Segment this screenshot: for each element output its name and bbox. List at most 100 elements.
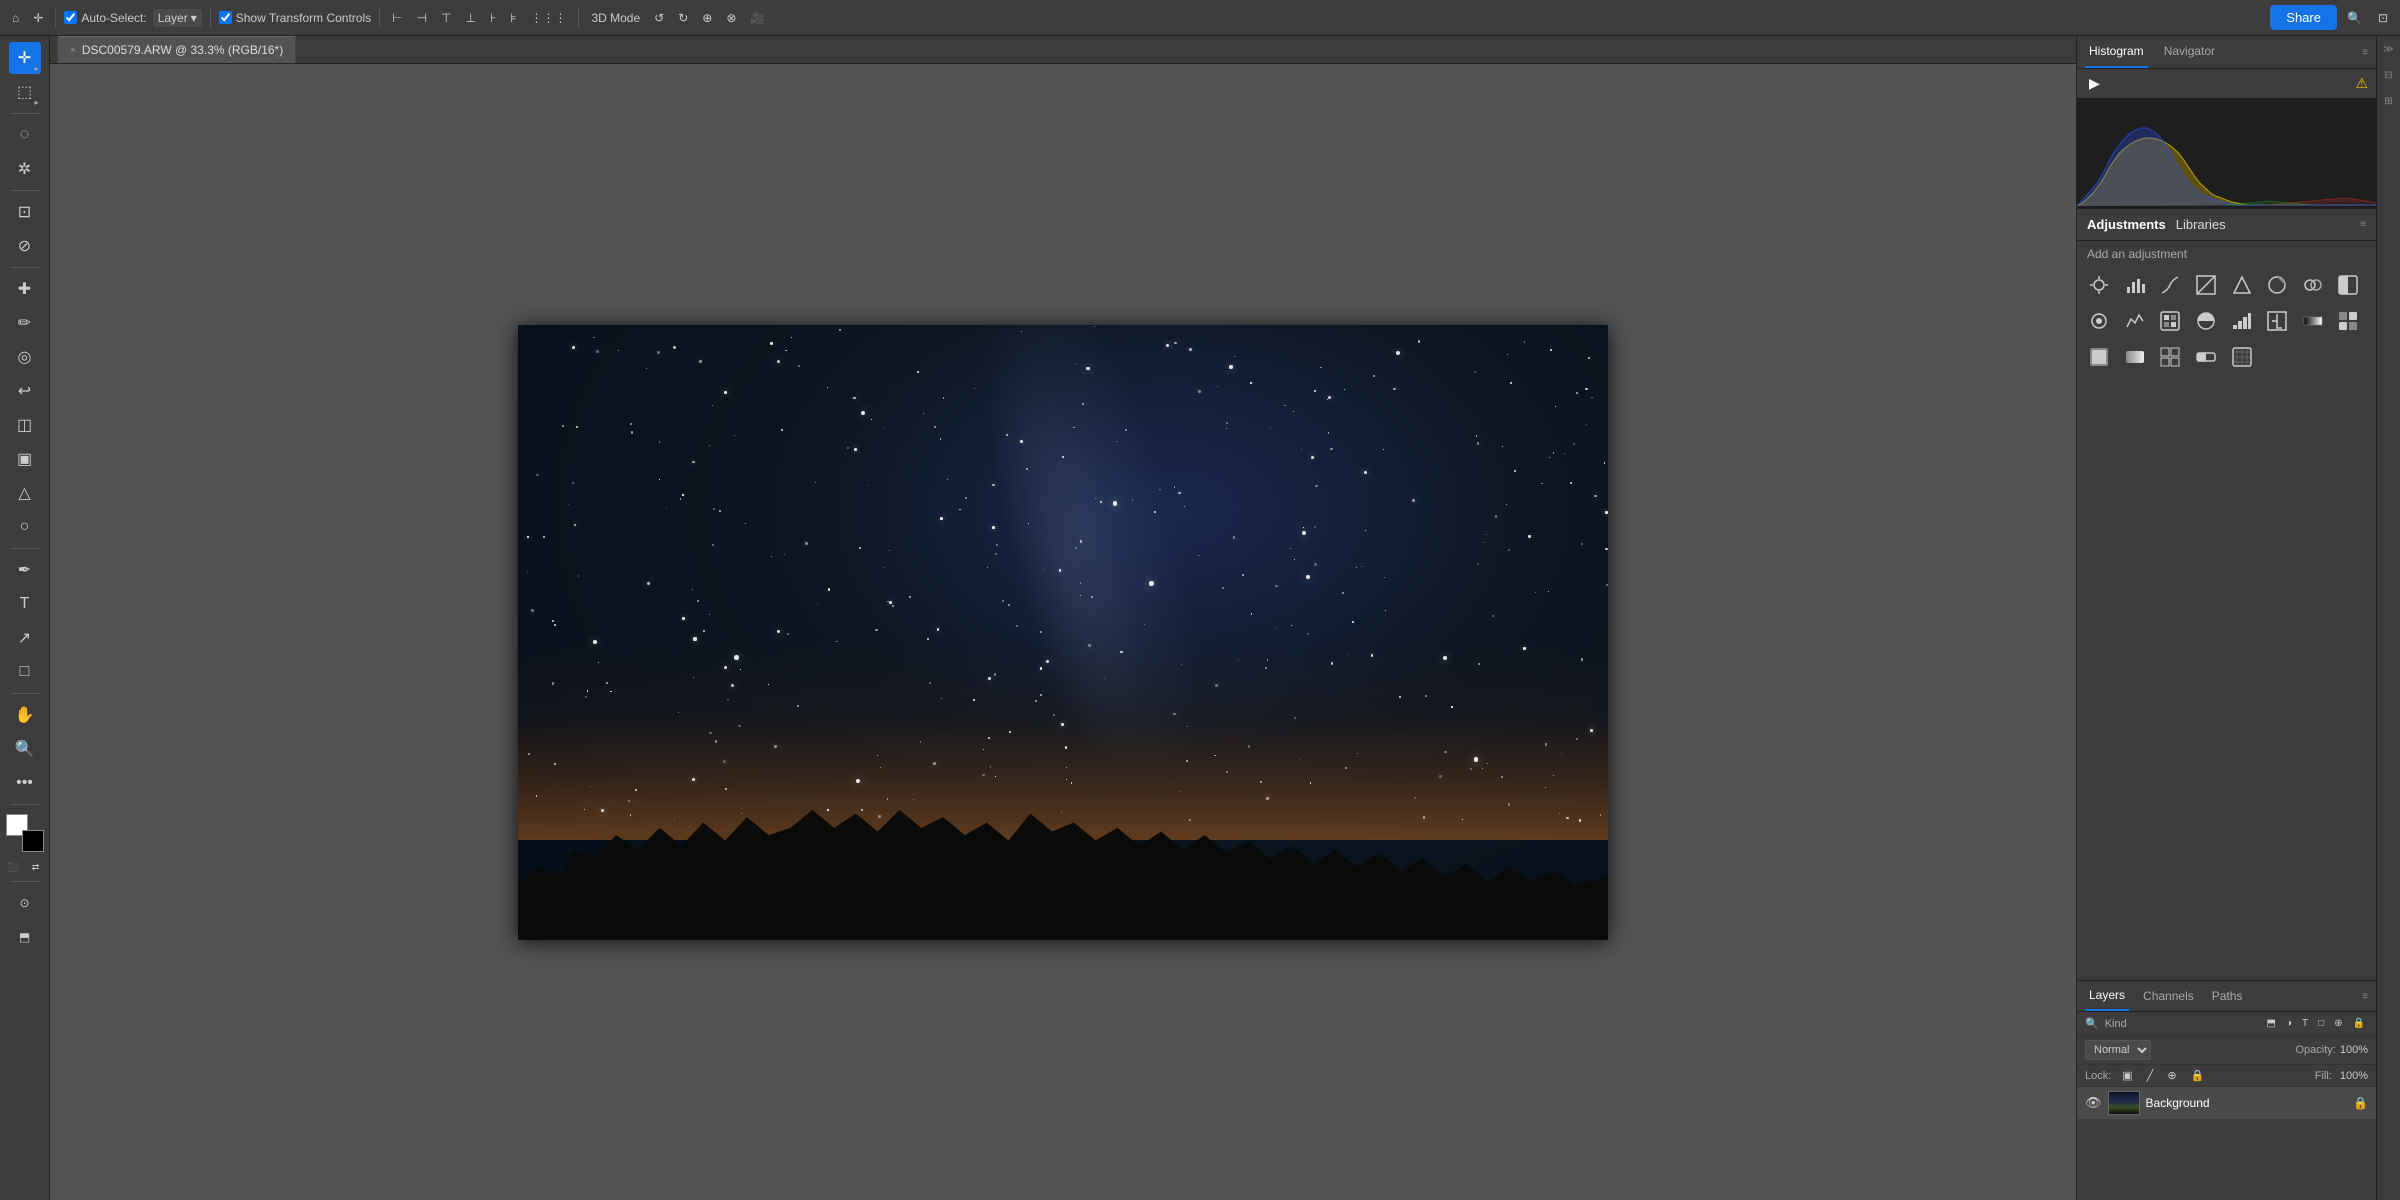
levels-adj[interactable] [2121, 271, 2149, 299]
lock-position[interactable]: ⊕ [2164, 1068, 2179, 1083]
default-colors[interactable]: ⬛ [5, 858, 23, 876]
lock-transparent[interactable]: ▣ [2119, 1068, 2135, 1083]
bw-adj[interactable] [2334, 271, 2362, 299]
align-bottom[interactable]: ⊧ [506, 9, 520, 27]
marquee-tool[interactable]: ⬚▸ [9, 76, 41, 108]
filter-pixel[interactable]: ⬒ [2264, 1017, 2279, 1030]
hand-tool[interactable]: ✋ [9, 699, 41, 731]
posterize-adj[interactable] [2228, 307, 2256, 335]
lasso-tool[interactable]: ◌ [9, 119, 41, 151]
brightness2-adj[interactable] [2192, 343, 2220, 371]
layers-menu[interactable]: ≡ [2362, 991, 2368, 1002]
background-layer[interactable]: 👁 Background 🔒 [2077, 1087, 2376, 1119]
align-left[interactable]: ⊢ [388, 9, 406, 27]
filter-type[interactable]: T [2299, 1017, 2311, 1030]
more-tools[interactable]: ••• [9, 767, 41, 799]
tab-adjustments[interactable]: Adjustments [2087, 217, 2166, 232]
blur-tool[interactable]: △ [9, 477, 41, 509]
crop-tool[interactable]: ⊡ [9, 196, 41, 228]
panel-control-2[interactable]: ⊞ [2380, 92, 2398, 110]
home-button[interactable]: ⌂ [8, 9, 23, 27]
align-center-h[interactable]: ⊣ [413, 9, 431, 27]
adjustments-menu[interactable]: ≡ [2360, 219, 2366, 230]
align-top[interactable]: ⊥ [462, 9, 480, 27]
tab-histogram[interactable]: Histogram [2085, 36, 2148, 68]
histogram-menu[interactable]: ≡ [2362, 47, 2368, 58]
histogram-play[interactable]: ▶ [2085, 73, 2104, 94]
gradient-adj[interactable] [2121, 343, 2149, 371]
colorbalance-adj[interactable] [2299, 271, 2327, 299]
show-transform-checkbox[interactable]: Show Transform Controls [219, 11, 371, 25]
type-tool[interactable]: T [9, 588, 41, 620]
exposure-adj[interactable] [2192, 271, 2220, 299]
vibrance-adj[interactable] [2228, 271, 2256, 299]
lock-artboard[interactable]: 🔒 [2188, 1068, 2208, 1083]
zoom-tool[interactable]: 🔍 [9, 733, 41, 765]
layer-visibility-icon[interactable]: 👁 [2085, 1095, 2102, 1111]
layer-dropdown[interactable]: Layer ▾ [153, 9, 202, 27]
tab-libraries[interactable]: Libraries [2176, 217, 2226, 232]
quick-select[interactable]: ✲ [9, 153, 41, 185]
eraser-tool[interactable]: ◫ [9, 409, 41, 441]
eyedropper-tool[interactable]: ⊘ [9, 230, 41, 262]
tab-layers[interactable]: Layers [2085, 981, 2129, 1011]
selectivecolor-adj[interactable] [2334, 307, 2362, 335]
lookup-adj[interactable] [2228, 343, 2256, 371]
filter-lock[interactable]: 🔒 [2350, 1017, 2368, 1030]
pattern-adj[interactable] [2156, 343, 2184, 371]
history-brush[interactable]: ↩ [9, 375, 41, 407]
stamp-tool[interactable]: ◎ [9, 341, 41, 373]
filter-shape[interactable]: □ [2315, 1017, 2327, 1030]
distribute[interactable]: ⋮⋮⋮ [526, 9, 570, 27]
search-button[interactable]: 🔍 [2343, 9, 2366, 27]
tab-navigator[interactable]: Navigator [2160, 36, 2219, 68]
filter-smart[interactable]: ⊕ [2331, 1017, 2345, 1030]
tab-close-icon[interactable]: × [70, 45, 76, 56]
hsl-adj[interactable] [2263, 271, 2291, 299]
lock-image[interactable]: ╱ [2144, 1068, 2157, 1083]
brush-tool[interactable]: ✏ [9, 307, 41, 339]
gradient-tool[interactable]: ▣ [9, 443, 41, 475]
channelmixer-adj[interactable] [2121, 307, 2149, 335]
rotate-right[interactable]: ↻ [674, 9, 692, 27]
switch-colors[interactable]: ⇄ [27, 858, 45, 876]
quick-mask[interactable]: ⊙ [9, 887, 41, 919]
share-button[interactable]: Share [2270, 5, 2337, 30]
blend-mode-select[interactable]: Normal [2085, 1040, 2151, 1060]
threshold-adj[interactable] [2263, 307, 2291, 335]
3d-extra2[interactable]: ⊗ [722, 9, 740, 27]
tab-channels[interactable]: Channels [2139, 982, 2198, 1010]
gradientmap-adj[interactable] [2299, 307, 2327, 335]
move-tool-button[interactable]: ✛ [29, 9, 47, 27]
photofilter-adj[interactable] [2085, 307, 2113, 335]
auto-select-checkbox[interactable]: Auto-Select: [64, 11, 146, 25]
invert-adj[interactable] [2192, 307, 2220, 335]
fullscreen-button[interactable]: ⊡ [2374, 9, 2392, 27]
align-center-v[interactable]: ⊦ [486, 9, 500, 27]
dodge-tool[interactable]: ○ [9, 511, 41, 543]
3d-extra3[interactable]: 🎥 [746, 9, 769, 27]
move-tool[interactable]: ✛▸ [9, 42, 41, 74]
3d-mode-button[interactable]: 3D Mode [587, 9, 644, 27]
panel-control-1[interactable]: ⊟ [2380, 66, 2398, 84]
path-select[interactable]: ↗ [9, 622, 41, 654]
canvas-viewport[interactable] [50, 64, 2076, 1200]
3d-extra1[interactable]: ⊕ [698, 9, 716, 27]
pen-tool[interactable]: ✒ [9, 554, 41, 586]
screen-mode[interactable]: ⬒ [9, 921, 41, 953]
solidcolor-adj[interactable] [2085, 343, 2113, 371]
heal-brush[interactable]: ✚ [9, 273, 41, 305]
shape-tool[interactable]: □ [9, 656, 41, 688]
brightness-adj[interactable] [2085, 271, 2113, 299]
filter-adj[interactable]: ◑ [2283, 1017, 2295, 1030]
colormatch-adj[interactable] [2156, 307, 2184, 335]
document-tab[interactable]: × DSC00579.ARW @ 33.3% (RGB/16*) [58, 36, 296, 63]
tab-paths[interactable]: Paths [2208, 982, 2247, 1010]
curves-adj[interactable] [2156, 271, 2184, 299]
background-color[interactable] [22, 830, 44, 852]
rotate-left[interactable]: ↺ [650, 9, 668, 27]
collapse-panel-icon[interactable]: ≫ [2380, 40, 2398, 58]
opacity-value[interactable]: 100% [2340, 1044, 2368, 1056]
align-right[interactable]: ⊤ [437, 9, 455, 27]
fill-value[interactable]: 100% [2340, 1070, 2368, 1082]
